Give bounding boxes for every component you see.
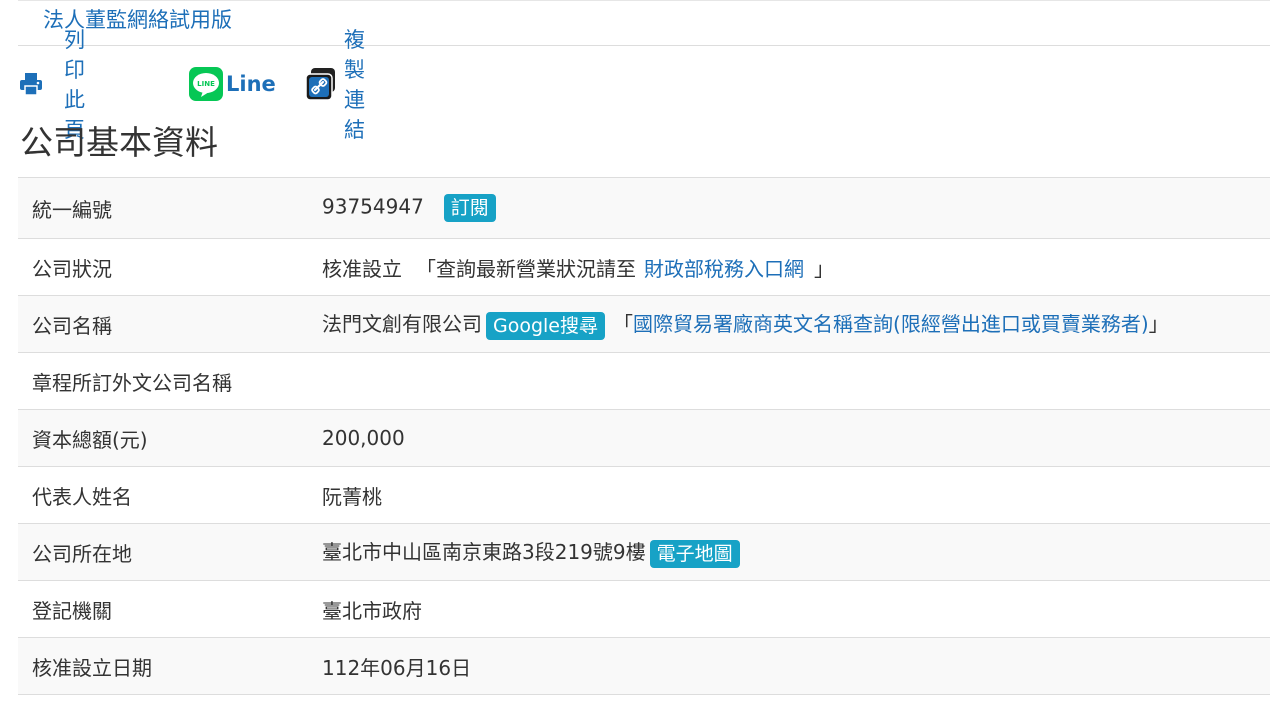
- table-row-representative: 代表人姓名 阮菁桃: [18, 466, 1270, 524]
- line-app-icon: LINE: [188, 66, 224, 102]
- copy-link-label: 複製連結: [344, 28, 365, 142]
- status-note-close: 」: [814, 256, 834, 281]
- table-row-approval-date: 核准設立日期 112年06月16日: [18, 637, 1270, 695]
- print-page-button[interactable]: 列印此頁: [18, 28, 85, 142]
- table-row-capital: 資本總額(元) 200,000: [18, 409, 1270, 467]
- row-value-cell: 法門文創有限公司 Google搜尋 「國際貿易署廠商英文名稱查詢(限經營出進口或買賣…: [322, 295, 1270, 353]
- svg-text:LINE: LINE: [197, 80, 215, 88]
- table-row-unified-number: 統一編號 93754947 訂閱: [18, 177, 1270, 239]
- trade-note-open: 「: [613, 312, 634, 337]
- row-value-cell: 臺北市中山區南京東路3段219號9樓 電子地圖: [322, 523, 1270, 581]
- company-status-value: 核准設立: [322, 256, 402, 281]
- electronic-map-button[interactable]: 電子地圖: [649, 539, 740, 568]
- printer-icon: [18, 71, 44, 97]
- row-value-cell: 93754947 訂閱: [322, 177, 1270, 239]
- share-line-label: Line: [226, 72, 276, 96]
- google-search-button[interactable]: Google搜尋: [486, 311, 606, 340]
- representative-name-value: 阮菁桃: [322, 466, 1270, 524]
- foreign-company-name-value: [322, 352, 1270, 410]
- row-label: 公司所在地: [18, 523, 322, 581]
- top-link-bar: 法人董監網絡試用版: [18, 0, 1270, 46]
- table-row-registration-authority: 登記機關 臺北市政府: [18, 580, 1270, 638]
- tax-portal-link[interactable]: 財政部稅務入口網: [644, 257, 804, 281]
- table-row-company-status: 公司狀況 核准設立 「查詢最新營業狀況請至 財政部稅務入口網」: [18, 238, 1270, 296]
- share-line-button[interactable]: LINE Line: [188, 64, 276, 104]
- unified-business-number: 93754947: [322, 194, 424, 219]
- copy-link-icon: [304, 66, 338, 102]
- row-label: 公司狀況: [18, 238, 322, 296]
- row-label: 資本總額(元): [18, 409, 322, 467]
- row-label: 登記機關: [18, 580, 322, 638]
- table-row-foreign-name: 章程所訂外文公司名稱: [18, 352, 1270, 410]
- trade-note-close: 」: [1148, 312, 1169, 337]
- company-name-value: 法門文創有限公司: [322, 312, 482, 337]
- trade-english-name-link[interactable]: 國際貿易署廠商英文名稱查詢(限經營出進口或買賣業務者): [633, 312, 1149, 336]
- row-label: 章程所訂外文公司名稱: [18, 352, 322, 410]
- table-row-company-name: 公司名稱 法門文創有限公司 Google搜尋 「國際貿易署廠商英文名稱查詢(限經營出…: [18, 295, 1270, 353]
- row-label: 公司名稱: [18, 295, 322, 353]
- company-info-table: 統一編號 93754947 訂閱 公司狀況 核准設立 「查詢最新營業狀況請至 財政部稅…: [18, 177, 1270, 695]
- company-address-value: 臺北市中山區南京東路3段219號9樓: [322, 540, 646, 565]
- approval-date-value: 112年06月16日: [322, 637, 1270, 695]
- status-note-open: 「查詢最新營業狀況請至: [416, 256, 636, 281]
- table-row-address: 公司所在地 臺北市中山區南京東路3段219號9樓 電子地圖: [18, 523, 1270, 581]
- registration-authority-value: 臺北市政府: [322, 580, 1270, 638]
- row-label: 統一編號: [18, 177, 322, 239]
- subscribe-button[interactable]: 訂閱: [443, 194, 496, 222]
- row-value-cell: 核准設立 「查詢最新營業狀況請至 財政部稅務入口網」: [322, 238, 1270, 296]
- row-label: 核准設立日期: [18, 637, 322, 695]
- copy-link-button[interactable]: 複製連結: [304, 28, 365, 142]
- page-title: 公司基本資料: [20, 123, 218, 162]
- row-label: 代表人姓名: [18, 466, 322, 524]
- capital-amount-value: 200,000: [322, 409, 1270, 467]
